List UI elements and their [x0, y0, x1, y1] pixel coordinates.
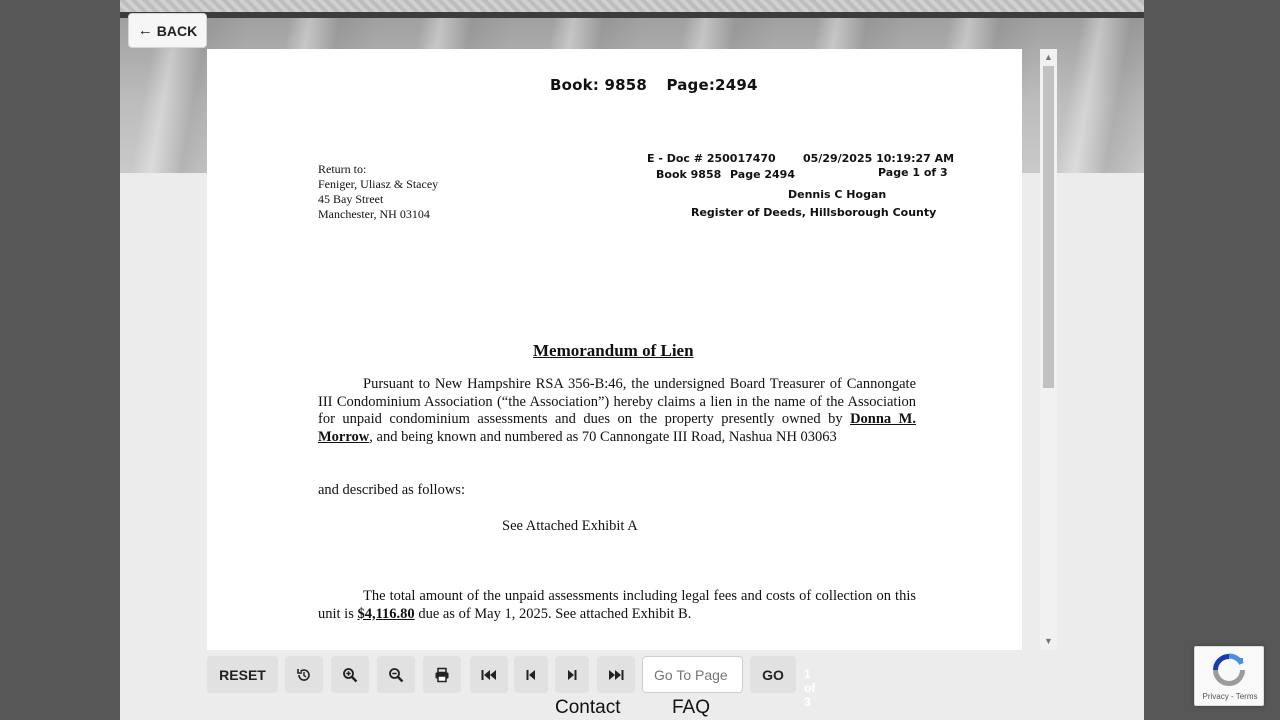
recording-page-of: Page 1 of 3: [878, 166, 948, 179]
go-button[interactable]: GO: [750, 656, 796, 693]
lien-text-b: , and being known and numbered as 70 Can…: [369, 428, 837, 445]
last-page-button[interactable]: [597, 656, 635, 693]
previous-page-icon: [526, 669, 535, 680]
document-viewer[interactable]: Book: 9858 Page:2494 Return to: Feniger,…: [207, 49, 1022, 650]
viewer-scrollbar[interactable]: ▲ ▼: [1040, 49, 1057, 650]
reset-button[interactable]: RESET: [207, 656, 278, 693]
recaptcha-icon: [1213, 653, 1245, 686]
back-button[interactable]: ← BACK: [128, 13, 207, 48]
print-button[interactable]: [423, 656, 461, 693]
rotate-button[interactable]: [285, 656, 323, 693]
amount-paragraph: The total amount of the unpaid assessmen…: [318, 588, 916, 623]
app-container: ← BACK Book: 9858 Page:2494 Return to: F…: [120, 0, 1144, 720]
rotate-icon: [297, 668, 310, 681]
last-page-icon: [609, 669, 624, 680]
banner-divider: [120, 12, 1144, 18]
lien-paragraph: Pursuant to New Hampshire RSA 356-B:46, …: [318, 376, 916, 446]
print-icon: [435, 667, 449, 682]
return-line: 45 Bay Street: [318, 192, 384, 206]
links-separator: -: [1228, 692, 1236, 701]
return-line: Feniger, Uliasz & Stacey: [318, 177, 439, 191]
page-count: 1 of 3: [804, 667, 816, 709]
zoom-in-button[interactable]: [331, 656, 369, 693]
recording-page: Page 2494: [730, 168, 795, 181]
recording-datetime: 05/29/2025 10:19:27 AM: [803, 152, 955, 165]
document-page: Book: 9858 Page:2494 Return to: Feniger,…: [207, 49, 1022, 650]
exhibit-reference: See Attached Exhibit A: [502, 518, 638, 534]
page-number: Page:2494: [666, 76, 758, 94]
zoom-out-icon: [389, 667, 404, 682]
next-page-button[interactable]: [555, 656, 589, 693]
lien-amount: $4,116.80: [357, 605, 415, 622]
recording-book: Book 9858: [656, 168, 722, 181]
first-page-button[interactable]: [470, 656, 508, 693]
book-page-header: Book: 9858 Page:2494: [550, 76, 772, 94]
register-office: Register of Deeds, Hillsborough County: [691, 206, 937, 219]
return-to-address: Return to: Feniger, Uliasz & Stacey 45 B…: [318, 162, 438, 222]
contact-link[interactable]: Contact: [555, 697, 620, 719]
return-line: Return to:: [318, 162, 367, 176]
faq-link[interactable]: FAQ: [672, 697, 710, 719]
banner-pattern: [120, 0, 1144, 12]
zoom-out-button[interactable]: [377, 656, 415, 693]
scroll-down-icon[interactable]: ▼: [1040, 633, 1057, 650]
first-page-icon: [481, 669, 496, 680]
lien-text-a: Pursuant to New Hampshire RSA 356-B:46, …: [318, 376, 916, 427]
return-line: Manchester, NH 03104: [318, 207, 430, 221]
edoc-number: E - Doc # 250017470: [647, 152, 776, 165]
register-name: Dennis C Hogan: [788, 188, 887, 201]
recaptcha-badge[interactable]: Privacy - Terms: [1194, 646, 1264, 706]
document-title: Memorandum of Lien: [533, 341, 694, 360]
amount-text-b: due as of May 1, 2025. See attached Exhi…: [414, 605, 692, 622]
described-paragraph: and described as follows:: [318, 482, 465, 498]
book-number: Book: 9858: [550, 76, 647, 94]
arrow-left-icon: ←: [137, 22, 153, 39]
privacy-link[interactable]: Privacy: [1203, 692, 1229, 701]
recaptcha-links: Privacy - Terms: [1195, 692, 1265, 701]
scroll-up-icon[interactable]: ▲: [1040, 49, 1057, 66]
back-button-label: BACK: [156, 22, 198, 39]
terms-link[interactable]: Terms: [1236, 692, 1258, 701]
go-to-page-input[interactable]: [642, 656, 743, 693]
scroll-thumb[interactable]: [1043, 66, 1054, 388]
zoom-in-icon: [343, 667, 358, 682]
previous-page-button[interactable]: [514, 656, 548, 693]
next-page-icon: [568, 669, 577, 680]
